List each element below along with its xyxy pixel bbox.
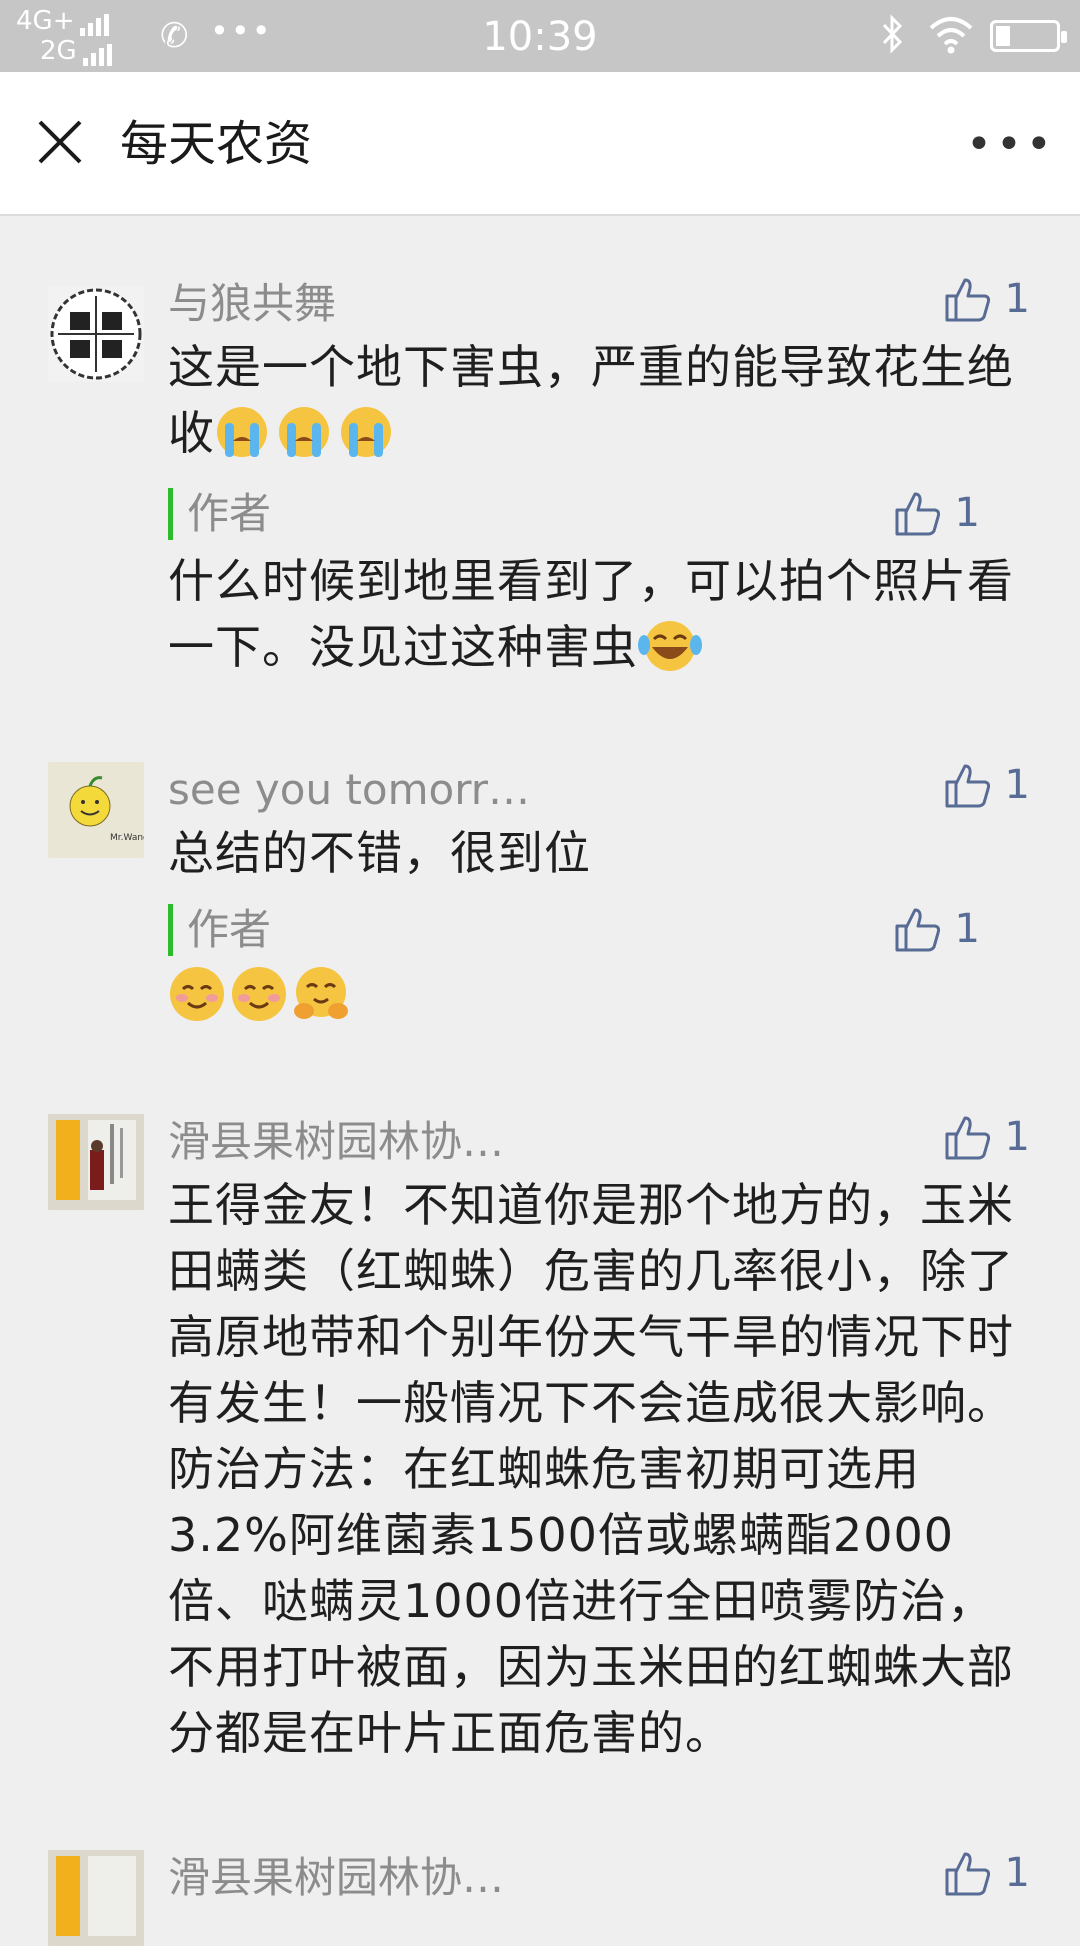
hugging-emoji (292, 965, 348, 1019)
more-icon[interactable]: ••• (966, 123, 1056, 167)
like-count: 1 (1004, 1114, 1030, 1160)
reply-body: 什么时候到地里看到了，可以拍个照片看一下。没见过这种害虫 (168, 554, 1014, 674)
comment-text: 这是一个地下害虫，严重的能导致花生绝收 (168, 334, 1030, 466)
wifi-icon (928, 12, 974, 60)
thumbs-up-icon (895, 492, 940, 536)
like-button[interactable]: 1 (943, 274, 1030, 324)
avatar[interactable]: Mr.Wang (48, 762, 144, 858)
comment-text: 总结的不错，很到位 (168, 826, 591, 880)
thumbs-up-icon (895, 908, 940, 952)
avatar[interactable] (48, 286, 144, 382)
like-button[interactable]: 1 (893, 488, 980, 538)
comment-item: 滑县果树园林协… 1 (0, 1766, 1080, 1946)
like-count: 1 (1004, 762, 1030, 808)
status-bar: 4G+ 2G ✆ ••• 10:39 (0, 0, 1080, 72)
like-count: 1 (954, 906, 980, 952)
thumbs-up-icon (945, 1852, 990, 1896)
thumbs-up-icon (945, 1116, 990, 1160)
like-button[interactable]: 1 (943, 1848, 1030, 1898)
like-button[interactable]: 1 (943, 760, 1030, 810)
comment-item: 与狼共舞 1 这是一个地下害虫，严重的能导致花生绝收 作者 1 什么时候到地里看… (0, 216, 1080, 680)
crying-emoji (339, 405, 393, 459)
thumbs-up-icon (945, 278, 990, 322)
crying-emoji (277, 405, 331, 459)
username[interactable]: 滑县果树园林协… (168, 1112, 908, 1172)
like-button[interactable]: 1 (943, 1112, 1030, 1162)
clock: 10:39 (482, 14, 598, 60)
username[interactable]: 滑县果树园林协… (168, 1848, 908, 1908)
like-count: 1 (1004, 1850, 1030, 1896)
nav-bar: 每天农资 ••• (0, 72, 1080, 216)
thumbs-up-icon (945, 764, 990, 808)
crying-emoji (215, 405, 269, 459)
comment-text: 王得金友！不知道你是那个地方的，玉米田螨类（红蜘蛛）危害的几率很小，除了高原地带… (168, 1178, 1014, 1760)
bluetooth-icon (880, 14, 906, 63)
comment-item: 滑县果树园林协… 1 王得金友！不知道你是那个地方的，玉米田螨类（红蜘蛛）危害的… (0, 1030, 1080, 1766)
like-count: 1 (954, 490, 980, 536)
svg-text:Mr.Wang: Mr.Wang (110, 833, 144, 843)
close-icon[interactable] (36, 118, 84, 166)
reply-text (168, 964, 1030, 1030)
like-button[interactable]: 1 (893, 904, 980, 954)
page-title: 每天农资 (120, 116, 313, 172)
smile-emoji (168, 965, 224, 1021)
like-count: 1 (1004, 276, 1030, 322)
comment-item: Mr.Wang see you tomorr… 1 总结的不错，很到位 作者 1 (0, 680, 1080, 1030)
author-reply: 作者 1 (168, 904, 1030, 1030)
reply-text: 什么时候到地里看到了，可以拍个照片看一下。没见过这种害虫 (168, 548, 1030, 680)
author-reply: 作者 1 什么时候到地里看到了，可以拍个照片看一下。没见过这种害虫 (168, 488, 1030, 680)
battery-icon (990, 20, 1067, 52)
avatar[interactable] (48, 1850, 144, 1946)
smile-emoji (230, 965, 286, 1021)
username[interactable]: see you tomorr… (168, 760, 908, 820)
avatar[interactable] (48, 1114, 144, 1210)
tears-of-joy-emoji (638, 619, 702, 673)
comment-list[interactable]: 与狼共舞 1 这是一个地下害虫，严重的能导致花生绝收 作者 1 什么时候到地里看… (0, 216, 1080, 1946)
username[interactable]: 与狼共舞 (168, 274, 908, 334)
